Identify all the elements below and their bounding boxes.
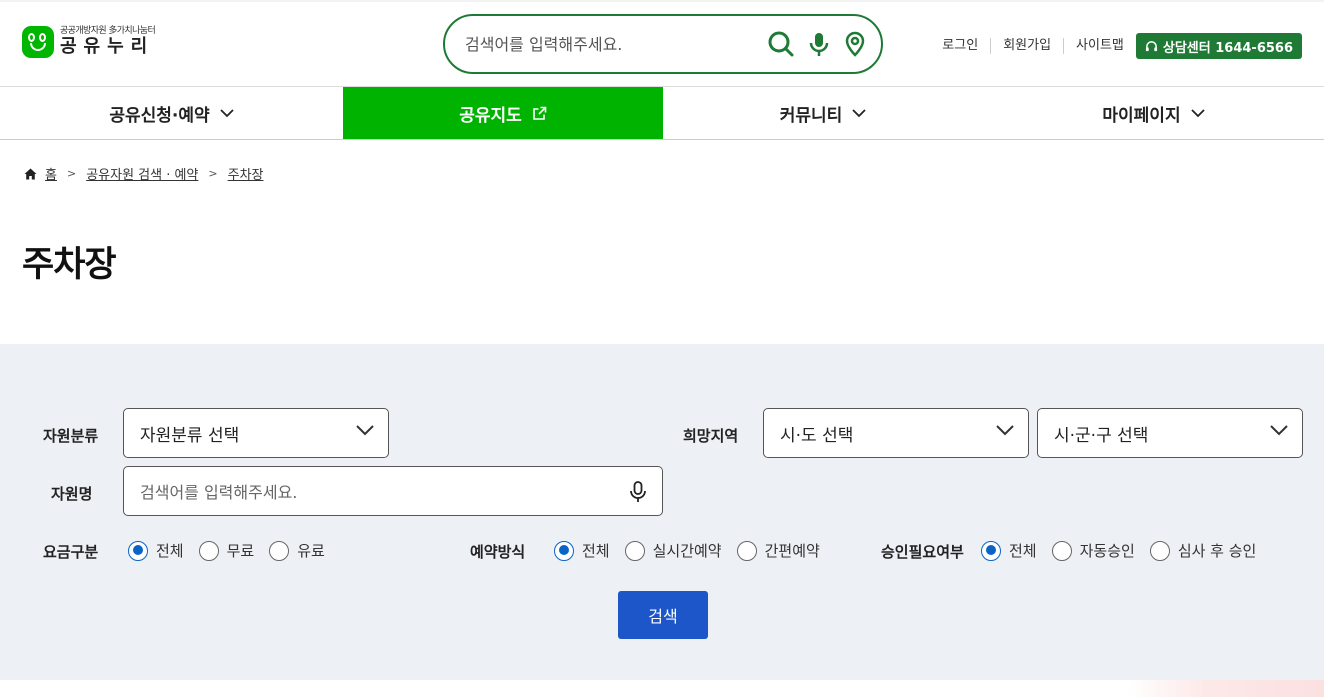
sido-select[interactable]: 시·도 선택 [763, 408, 1029, 458]
chevron-down-icon [1270, 425, 1288, 436]
headset-icon [1145, 40, 1157, 51]
breadcrumb-separator-icon: > [208, 167, 218, 180]
global-search-input[interactable] [465, 30, 755, 58]
search-filter-panel: 자원분류 자원분류 선택 희망지역 시·도 선택 시·군·구 선택 자원명 요금… [0, 344, 1324, 680]
fee-radio-paid[interactable]: 유료 [269, 540, 325, 561]
nav-item-community[interactable]: 커뮤니티 [663, 87, 983, 139]
approval-required-label: 승인필요여부 [881, 543, 964, 561]
approval-radio-group: 전체 자동승인 심사 후 승인 [981, 540, 1271, 561]
approval-radio-review[interactable]: 심사 후 승인 [1149, 540, 1256, 561]
approval-radio-all[interactable]: 전체 [981, 540, 1037, 561]
nav-item-apply-reserve[interactable]: 공유신청·예약 [0, 87, 343, 139]
logo-title: 공유누리 [60, 36, 155, 57]
resource-type-select[interactable]: 자원분류 선택 [123, 408, 389, 458]
microphone-icon[interactable] [805, 30, 833, 58]
chevron-down-icon [996, 425, 1014, 436]
site-logo[interactable]: 공공개방자원 多가치나눔터 공유누리 [22, 26, 156, 58]
breadcrumb-home[interactable]: 홈 [45, 164, 57, 183]
reserve-radio-simple[interactable]: 간편예약 [736, 540, 820, 561]
resource-name-label: 자원명 [51, 485, 93, 503]
breadcrumb: 홈 > 공유자원 검색 · 예약 > 주차장 [24, 164, 264, 183]
help-center-label: 상담센터 1644-6566 [1162, 40, 1293, 56]
chevron-down-icon [220, 108, 234, 117]
reserve-radio-all[interactable]: 전체 [554, 540, 610, 561]
nav-item-mypage[interactable]: 마이페이지 [983, 87, 1324, 139]
location-pin-icon[interactable] [841, 30, 869, 58]
breadcrumb-current[interactable]: 주차장 [228, 164, 264, 183]
fee-radio-all[interactable]: 전체 [128, 540, 184, 561]
signup-link[interactable]: 회원가입 [991, 38, 1065, 54]
chevron-down-icon [1190, 108, 1205, 117]
fee-type-radio-group: 전체 무료 유료 [128, 540, 340, 561]
utility-links: 로그인 회원가입 사이트맵 상담센터 1644-6566 [930, 33, 1302, 59]
reserve-method-radio-group: 전체 실시간예약 간편예약 [554, 540, 835, 561]
microphone-icon[interactable] [628, 481, 648, 503]
main-navigation: 공유신청·예약 공유지도 커뮤니티 마이페이지 [0, 86, 1324, 140]
fee-radio-free[interactable]: 무료 [198, 540, 254, 561]
nav-item-share-map[interactable]: 공유지도 [343, 87, 663, 139]
resource-name-input[interactable] [140, 479, 600, 505]
sitemap-link[interactable]: 사이트맵 [1064, 38, 1136, 54]
login-link[interactable]: 로그인 [930, 38, 992, 54]
breadcrumb-resource-search[interactable]: 공유자원 검색 · 예약 [86, 164, 198, 183]
decorative-corner [1128, 680, 1324, 697]
resource-name-field [123, 466, 663, 516]
resource-type-label: 자원분류 [43, 427, 99, 445]
logo-mark-icon [22, 26, 54, 58]
chevron-down-icon [852, 108, 866, 117]
search-button[interactable]: 검색 [618, 591, 708, 639]
global-search-box [443, 14, 883, 74]
breadcrumb-separator-icon: > [66, 167, 77, 180]
home-icon [24, 168, 37, 179]
logo-subtitle: 공공개방자원 多가치나눔터 [60, 26, 156, 36]
help-center-badge[interactable]: 상담센터 1644-6566 [1135, 33, 1302, 59]
external-link-icon [532, 106, 547, 120]
page-title: 주차장 [22, 245, 117, 285]
approval-radio-auto[interactable]: 자동승인 [1051, 540, 1135, 561]
reserve-method-label: 예약방식 [470, 543, 526, 561]
fee-type-label: 요금구분 [43, 543, 99, 561]
sigungu-select[interactable]: 시·군·구 선택 [1037, 408, 1303, 458]
site-header: 공공개방자원 多가치나눔터 공유누리 로그인 회원가입 사이트맵 [0, 0, 1324, 86]
region-label: 희망지역 [683, 427, 739, 445]
search-icon[interactable] [767, 30, 795, 58]
chevron-down-icon [356, 425, 374, 436]
reserve-radio-realtime[interactable]: 실시간예약 [624, 540, 722, 561]
